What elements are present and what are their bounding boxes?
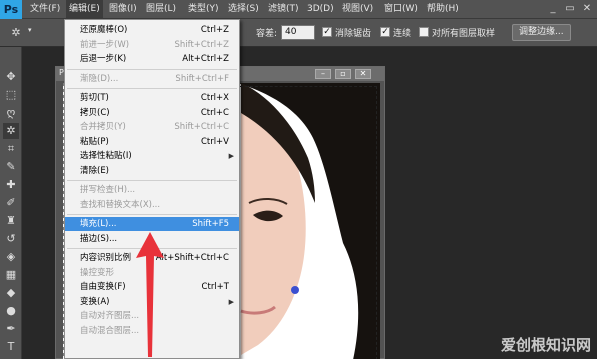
doc-minimize-icon[interactable]: – <box>315 69 331 79</box>
dodge-tool-icon[interactable]: ● <box>3 303 19 319</box>
edit-menu-item[interactable]: 填充(L)... Shift+F5 <box>65 217 239 231</box>
refine-edge-button[interactable]: 调整边缘... <box>512 24 571 41</box>
sample-all-layers-checkbox[interactable] <box>419 27 429 37</box>
menu-item-label: 自动混合图层... <box>80 325 140 336</box>
menu-item-shortcut: Shift+Ctrl+F <box>175 73 229 84</box>
menu-item-label: 查找和替换文本(X)... <box>80 199 161 210</box>
menu-image[interactable]: 图像(I) <box>109 0 137 19</box>
clone-stamp-tool-icon[interactable]: ♜ <box>3 213 19 229</box>
marquee-tool-icon[interactable]: ⬚ <box>3 87 19 103</box>
blur-tool-icon[interactable]: ◆ <box>3 285 19 301</box>
menu-item-shortcut: Ctrl+C <box>200 107 229 118</box>
healing-brush-tool-icon[interactable]: ✚ <box>3 177 19 193</box>
menu-item-label: 合并拷贝(Y) <box>80 122 126 132</box>
menu-3d[interactable]: 3D(D) <box>307 0 334 19</box>
edit-menu-item[interactable]: 拷贝(C) Ctrl+C <box>65 106 239 120</box>
edit-menu-item: 前进一步(W) Shift+Ctrl+Z <box>65 38 239 52</box>
menu-item-label: 填充(L)... <box>80 219 117 229</box>
red-arrow-annotation <box>136 232 164 357</box>
menu-item-label: 渐隐(D)... <box>80 73 119 84</box>
menu-item-label: 剪切(T) <box>80 93 109 103</box>
menu-file[interactable]: 文件(F) <box>30 0 60 19</box>
pen-tool-icon[interactable]: ✒ <box>3 321 19 337</box>
menu-separator <box>67 88 237 89</box>
edit-menu-item[interactable]: 清除(E) <box>65 164 239 178</box>
menu-item-label: 后退一步(K) <box>80 54 127 64</box>
edit-menu-item: 查找和替换文本(X)... <box>65 198 239 212</box>
menu-item-label: 粘贴(P) <box>80 136 109 147</box>
sample-all-layers-label: 对所有图层取样 <box>432 29 496 39</box>
doc-restore-icon[interactable]: ▫ <box>335 69 351 79</box>
menu-separator <box>67 180 237 181</box>
menu-view[interactable]: 视图(V) <box>342 0 373 19</box>
menu-item-shortcut: Ctrl+T <box>201 282 229 292</box>
menu-help[interactable]: 帮助(H) <box>427 0 459 19</box>
move-tool-icon[interactable]: ✥ <box>3 69 19 85</box>
lasso-tool-icon[interactable]: ღ <box>3 105 19 121</box>
magic-wand-icon[interactable]: ✲ <box>8 25 24 41</box>
restore-icon[interactable]: ▭ <box>563 2 577 16</box>
menu-item-label: 描边(S)... <box>80 233 118 244</box>
toolbox: ✥ ⬚ ღ ✲ ⌗ ✎ ✚ ✐ ♜ ↺ ◈ ▦ ◆ ● ✒ T <box>0 47 22 359</box>
menu-item-shortcut: Ctrl+Z <box>200 25 229 35</box>
menu-window[interactable]: 窗口(W) <box>384 0 418 19</box>
menu-item-label: 选择性粘贴(I) <box>80 151 132 161</box>
menu-edit[interactable]: 编辑(E) <box>66 0 103 19</box>
minimize-icon[interactable]: _ <box>546 2 560 16</box>
antialias-checkbox[interactable]: ✓ <box>322 27 332 37</box>
menu-item-shortcut: Shift+Ctrl+C <box>174 122 229 132</box>
eyedropper-tool-icon[interactable]: ✎ <box>3 159 19 175</box>
menu-select[interactable]: 选择(S) <box>228 0 259 19</box>
menu-item-label: 自由变换(F) <box>80 282 126 292</box>
menu-item-shortcut: Alt+Ctrl+Z <box>182 54 229 64</box>
tolerance-input[interactable]: 40 <box>281 25 315 40</box>
type-tool-icon[interactable]: T <box>3 339 19 355</box>
menu-item-shortcut: Ctrl+X <box>200 93 229 103</box>
menu-item-shortcut: Alt+Shift+Ctrl+C <box>155 253 229 263</box>
edit-menu-item[interactable]: 后退一步(K) Alt+Ctrl+Z <box>65 52 239 66</box>
crop-tool-icon[interactable]: ⌗ <box>3 141 19 157</box>
close-icon[interactable]: ✕ <box>580 2 594 16</box>
edit-menu-item[interactable]: 剪切(T) Ctrl+X <box>65 91 239 105</box>
brush-tool-icon[interactable]: ✐ <box>3 195 19 211</box>
watermark-text: 爱创根知识网 <box>500 336 591 354</box>
edit-menu-item[interactable]: 还原魔棒(O) Ctrl+Z <box>65 23 239 37</box>
menu-item-label: 还原魔棒(O) <box>80 25 128 35</box>
contiguous-label: 连续 <box>393 29 412 39</box>
tool-preset-chevron-icon[interactable]: ▾ <box>28 26 32 34</box>
edit-menu-item[interactable]: 选择性粘贴(I) ▶ <box>65 149 239 163</box>
menu-filter[interactable]: 滤镜(T) <box>268 0 299 19</box>
submenu-arrow-icon: ▶ <box>228 297 234 306</box>
menu-item-label: 操控变形 <box>80 267 115 278</box>
submenu-arrow-icon: ▶ <box>228 152 234 160</box>
menu-item-shortcut: Shift+Ctrl+Z <box>174 39 229 50</box>
menu-item-label: 清除(E) <box>80 165 110 176</box>
edit-menu-item: 渐隐(D)... Shift+Ctrl+F <box>65 72 239 86</box>
menu-type[interactable]: 类型(Y) <box>188 0 219 19</box>
menu-item-label: 拷贝(C) <box>80 107 110 118</box>
contiguous-checkbox[interactable]: ✓ <box>380 27 390 37</box>
edit-menu-item: 拼写检查(H)... <box>65 183 239 197</box>
doc-close-icon[interactable]: ✕ <box>355 69 371 79</box>
eraser-tool-icon[interactable]: ◈ <box>3 249 19 265</box>
gradient-tool-icon[interactable]: ▦ <box>3 267 19 283</box>
history-brush-tool-icon[interactable]: ↺ <box>3 231 19 247</box>
menu-item-shortcut: Ctrl+V <box>200 136 229 147</box>
photoshop-logo: Ps <box>0 0 22 19</box>
edit-menu-item: 合并拷贝(Y) Shift+Ctrl+C <box>65 120 239 134</box>
tolerance-label: 容差: <box>256 29 278 39</box>
antialias-label: 消除锯齿 <box>335 29 372 39</box>
magic-wand-tool-icon[interactable]: ✲ <box>3 123 19 139</box>
menu-item-label: 内容识别比例 <box>80 253 132 263</box>
menu-item-label: 拼写检查(H)... <box>80 185 136 195</box>
menu-item-label: 变换(A) <box>80 296 110 307</box>
menu-layer[interactable]: 图层(L) <box>146 0 176 19</box>
menu-separator <box>67 214 237 215</box>
menu-separator <box>67 68 237 70</box>
menu-bar: Ps 文件(F) 编辑(E) 图像(I) 图层(L) 类型(Y) 选择(S) 滤… <box>0 0 597 19</box>
edit-menu-item[interactable]: 粘贴(P) Ctrl+V <box>65 135 239 149</box>
menu-item-label: 自动对齐图层... <box>80 311 140 321</box>
menu-item-label: 前进一步(W) <box>80 39 130 50</box>
menu-item-shortcut: Shift+F5 <box>192 219 229 229</box>
